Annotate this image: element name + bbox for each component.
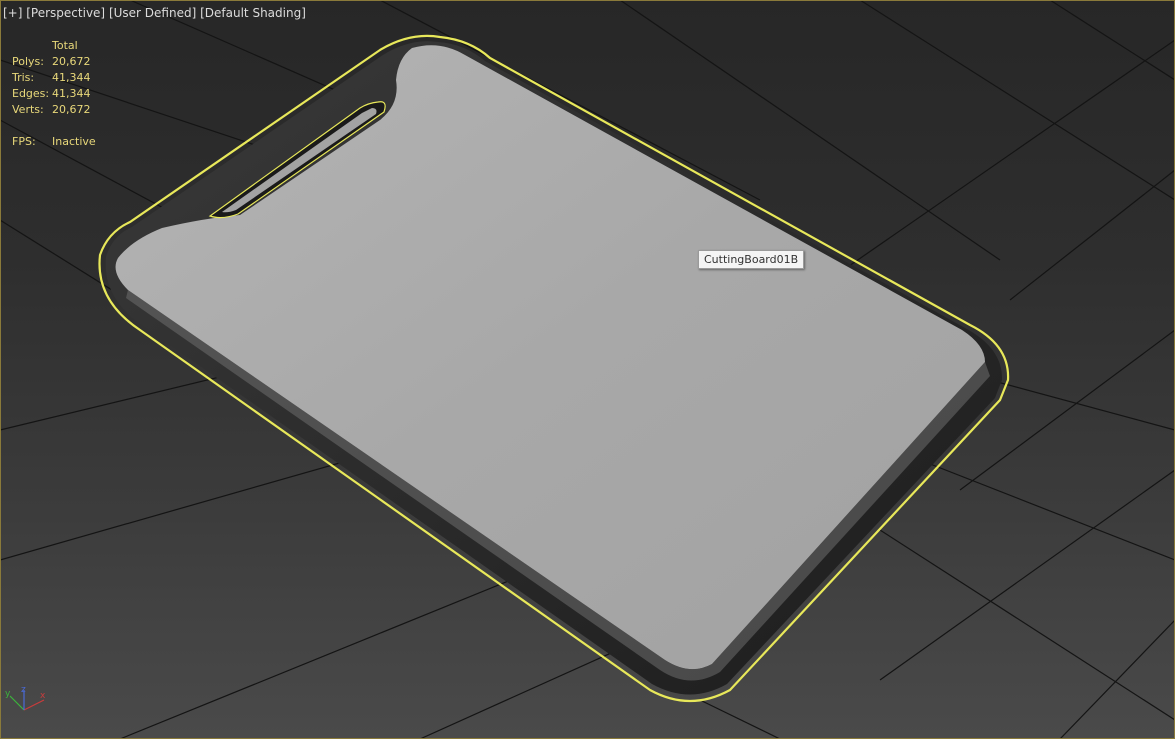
cutting-board-object[interactable] — [98, 34, 1010, 703]
axis-y-label: y — [5, 689, 11, 699]
stats-row-polys: Polys: 20,672 — [12, 54, 96, 70]
axis-y-line — [9, 695, 25, 711]
viewport-label-bar: [+] [Perspective] [User Defined] [Defaul… — [3, 6, 306, 20]
viewport-standard-menu[interactable]: [User Defined] — [109, 6, 196, 20]
fps-value: Inactive — [52, 135, 96, 148]
stats-value: 41,344 — [52, 87, 91, 100]
viewport-point-of-view-menu[interactable]: [Perspective] — [26, 6, 105, 20]
axis-x-line — [23, 699, 45, 711]
stats-row-verts: Verts: 20,672 — [12, 102, 96, 118]
viewport-plus-menu[interactable]: [+] — [3, 6, 22, 20]
axis-x-label: x — [40, 691, 46, 701]
stats-row-edges: Edges: 41,344 — [12, 86, 96, 102]
stats-header: Total — [52, 39, 78, 52]
scene-canvas[interactable] — [0, 0, 1175, 739]
stats-value: 41,344 — [52, 71, 91, 84]
stats-value: 20,672 — [52, 103, 91, 116]
board-top-surface — [115, 45, 986, 670]
viewport-statistics: Total Polys: 20,672 Tris: 41,344 Edges: … — [12, 38, 96, 150]
stats-label: Tris: — [12, 71, 35, 84]
axis-z-label: z — [21, 686, 26, 695]
stats-row-fps: FPS: Inactive — [12, 134, 96, 150]
stats-label: Polys: — [12, 55, 44, 68]
axis-tripod-icon: y z x — [5, 686, 46, 711]
stats-label: Edges: — [12, 87, 50, 100]
stats-row-tris: Tris: 41,344 — [12, 70, 96, 86]
viewport-shading-menu[interactable]: [Default Shading] — [200, 6, 306, 20]
object-name-tooltip: CuttingBoard01B — [698, 250, 805, 269]
stats-value: 20,672 — [52, 55, 91, 68]
viewport-perspective[interactable]: [+] [Perspective] [User Defined] [Defaul… — [0, 0, 1175, 739]
stats-label: Verts: — [12, 103, 44, 116]
fps-label: FPS: — [12, 135, 36, 148]
